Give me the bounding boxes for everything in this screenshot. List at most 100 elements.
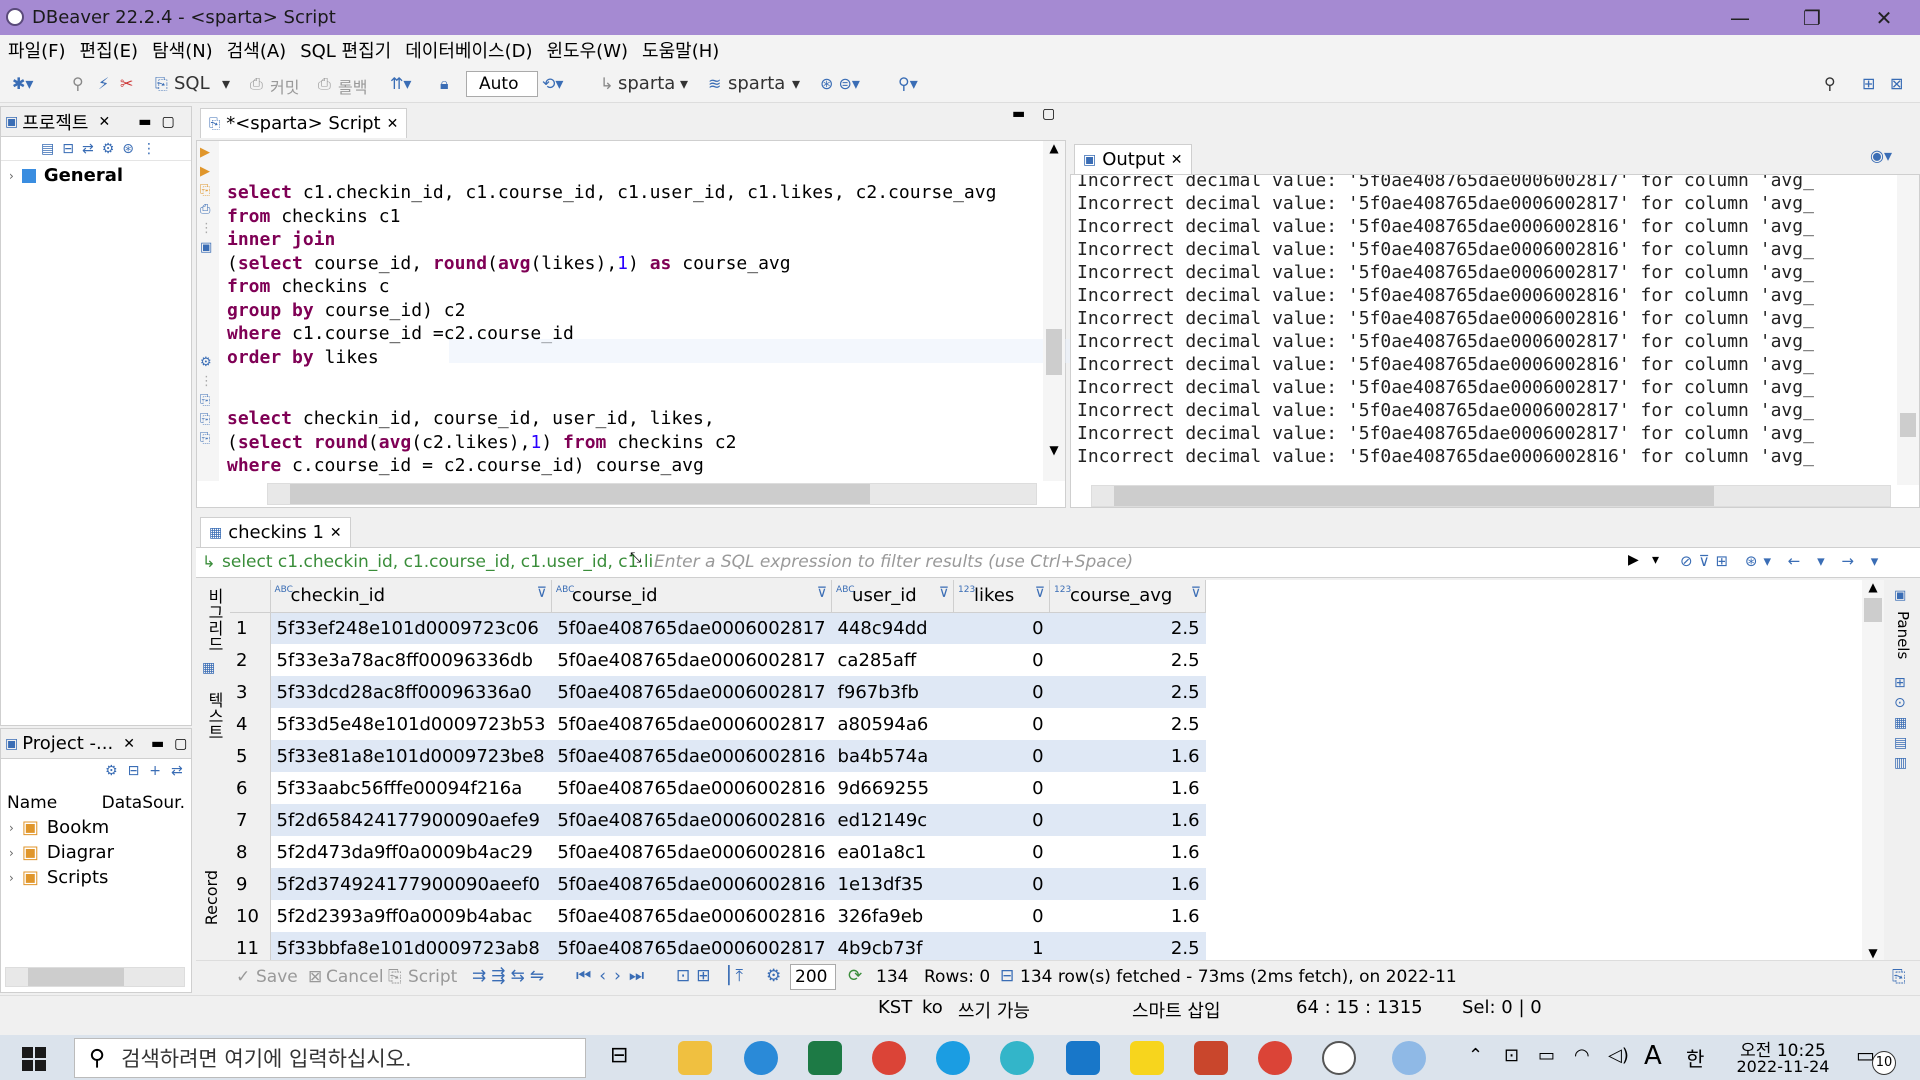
table-cell[interactable]: 1.6: [1049, 900, 1206, 932]
menu-database[interactable]: 데이터베이스(D): [405, 37, 532, 63]
project-explorer-tab[interactable]: Project -...: [22, 733, 113, 754]
internet-explorer-icon[interactable]: [744, 1041, 778, 1075]
table-cell[interactable]: ea01a8c1: [831, 836, 954, 868]
search-toolbar-icon[interactable]: ⚲▾: [898, 74, 918, 93]
table-cell[interactable]: 0: [953, 740, 1050, 772]
table-cell[interactable]: 5f33e81a8e101d0009723be8: [270, 740, 552, 772]
powerpoint-icon[interactable]: [1194, 1041, 1228, 1075]
tree-item-diagrams[interactable]: › ▣ Diagrar: [1, 840, 191, 865]
schema-dropdown-icon[interactable]: ▾: [792, 74, 800, 93]
table-cell[interactable]: 1.6: [1049, 836, 1206, 868]
result-grid[interactable]: ABC checkin_id ⊽ ABC course_id ⊽ ABC user_id ⊽…: [230, 580, 1862, 960]
database-perspective-icon[interactable]: ⊠: [1890, 74, 1903, 93]
table-cell[interactable]: 0: [953, 836, 1050, 868]
row-number[interactable]: 3: [230, 676, 271, 708]
fetch-size-input[interactable]: 200: [790, 964, 836, 990]
menu-window[interactable]: 윈도우(W): [547, 37, 629, 63]
table-cell[interactable]: 5f0ae408765dae0006002816: [551, 740, 832, 772]
weather-icon[interactable]: [1392, 1041, 1426, 1075]
table-cell[interactable]: 0: [953, 868, 1050, 900]
column-filter-icon[interactable]: ⊽: [939, 585, 949, 601]
table-cell[interactable]: 5f2d374924177900090aeef0: [270, 868, 552, 900]
tab-sparta-script[interactable]: ⎘ *<sparta> Script ✕: [200, 108, 408, 138]
table-row[interactable]: 6 5f33aabc56fffe00094f216a 5f0ae408765dae0…: [230, 772, 1206, 804]
column-filter-icon[interactable]: ⊽: [1191, 585, 1201, 601]
sql-editor-icon[interactable]: ⎘: [155, 74, 168, 94]
console-icon[interactable]: ▣: [200, 240, 216, 255]
menu-edit[interactable]: 편집(E): [80, 37, 139, 63]
table-cell[interactable]: 326fa9eb: [831, 900, 954, 932]
row-number[interactable]: 5: [230, 740, 271, 772]
table-cell[interactable]: 5f0ae408765dae0006002816: [551, 836, 832, 868]
script-button[interactable]: Script: [408, 967, 457, 987]
tools-icon[interactable]: ⊛ ⊜▾: [820, 74, 860, 93]
table-cell[interactable]: 5f0ae408765dae0006002816: [551, 772, 832, 804]
panels-icon[interactable]: ▣: [1894, 588, 1912, 603]
apply-filter-icon[interactable]: ▶: [1628, 552, 1639, 568]
datasource-dropdown-icon[interactable]: ▾: [680, 74, 688, 93]
file-explorer-icon[interactable]: [678, 1041, 712, 1075]
table-cell[interactable]: 5f33e3a78ac8ff00096336db: [270, 644, 552, 676]
table-cell[interactable]: 448c94dd: [831, 612, 954, 644]
maximize-panel-icon[interactable]: ▢: [161, 114, 174, 130]
table-cell[interactable]: 5f33d5e48e101d0009723b53: [270, 708, 552, 740]
table-row[interactable]: 3 5f33dcd28ac8ff00096336a0 5f0ae408765dae0…: [230, 676, 1206, 708]
reader-icon[interactable]: [1066, 1041, 1100, 1075]
column-datasource[interactable]: DataSour.: [102, 793, 185, 813]
table-cell[interactable]: 9d669255: [831, 772, 954, 804]
table-cell[interactable]: 5f33dcd28ac8ff00096336a0: [270, 676, 552, 708]
sql-button[interactable]: SQL: [174, 73, 210, 94]
output-vertical-scrollbar[interactable]: [1897, 175, 1919, 485]
dbeaver-taskbar-icon[interactable]: [1322, 1041, 1356, 1075]
more-icon[interactable]: ⋮: [142, 141, 156, 157]
table-cell[interactable]: 2.5: [1049, 932, 1206, 960]
table-cell[interactable]: 5f0ae408765dae0006002816: [551, 804, 832, 836]
table-cell[interactable]: 5f33ef248e101d0009723c06: [270, 612, 552, 644]
filter-tools-icon[interactable]: ⊘⊽⊞ ⊛▾ ← ▾ → ▾: [1680, 552, 1884, 570]
table-cell[interactable]: f967b3fb: [831, 676, 954, 708]
close-icon[interactable]: ✕: [123, 736, 135, 752]
datasource-selector[interactable]: sparta: [618, 73, 675, 94]
global-search-icon[interactable]: ⚲: [1824, 74, 1836, 93]
transaction-mode-icon[interactable]: ⇈▾: [390, 74, 411, 93]
row-number[interactable]: 7: [230, 804, 271, 836]
row-number[interactable]: 11: [230, 932, 271, 960]
connect-icon[interactable]: ⚲: [72, 74, 84, 93]
filter-input[interactable]: Enter a SQL expression to filter results…: [654, 552, 1133, 572]
settings-icon[interactable]: ⚙: [102, 141, 115, 157]
more-icon[interactable]: ⋮: [200, 374, 216, 389]
scroll-up-icon[interactable]: ▲: [1043, 141, 1065, 155]
table-cell[interactable]: 1e13df35: [831, 868, 954, 900]
expand-icon[interactable]: ›: [9, 821, 14, 835]
schema-selector[interactable]: sparta: [728, 73, 785, 94]
tree-item-scripts[interactable]: › ▣ Scripts: [1, 865, 191, 890]
table-cell[interactable]: ca285aff: [831, 644, 954, 676]
wifi-icon[interactable]: ◠: [1574, 1045, 1590, 1066]
add-icon[interactable]: ▤: [41, 141, 54, 157]
expand-filter-icon[interactable]: ⤡: [630, 550, 641, 566]
table-cell[interactable]: 2.5: [1049, 612, 1206, 644]
table-cell[interactable]: 1.6: [1049, 772, 1206, 804]
excel-icon[interactable]: [808, 1041, 842, 1075]
column-header-course-avg[interactable]: 123 course_avg ⊽: [1049, 580, 1207, 613]
scroll-up-icon[interactable]: ▲: [1862, 580, 1884, 594]
table-cell[interactable]: 1: [953, 932, 1050, 960]
navigation-icons[interactable]: ⏮‹›⏭: [576, 966, 652, 986]
table-cell[interactable]: 2.5: [1049, 708, 1206, 740]
menu-file[interactable]: 파일(F): [8, 37, 66, 63]
row-edit-icons[interactable]: ⇉⇶⇆⇋: [472, 966, 549, 986]
scroll-thumb[interactable]: [1046, 329, 1062, 375]
table-cell[interactable]: 5f0ae408765dae0006002817: [551, 708, 832, 740]
table-cell[interactable]: 1.6: [1049, 740, 1206, 772]
refresh-icon[interactable]: ⟳: [848, 966, 862, 986]
row-number[interactable]: 10: [230, 900, 271, 932]
execute-script-icon[interactable]: ▶: [200, 164, 216, 179]
taskbar-search-input[interactable]: 검색하려면 여기에 입력하십시오.: [121, 1043, 412, 1073]
column-filter-icon[interactable]: ⊽: [537, 585, 547, 601]
refs-icon[interactable]: ▥: [1894, 755, 1912, 771]
output-horizontal-scrollbar[interactable]: [1091, 485, 1891, 507]
perspective-icon[interactable]: ⊞: [1862, 74, 1875, 93]
table-cell[interactable]: 2.5: [1049, 644, 1206, 676]
table-cell[interactable]: 5f0ae408765dae0006002817: [551, 932, 832, 960]
link-icon[interactable]: ⇄: [171, 763, 183, 779]
